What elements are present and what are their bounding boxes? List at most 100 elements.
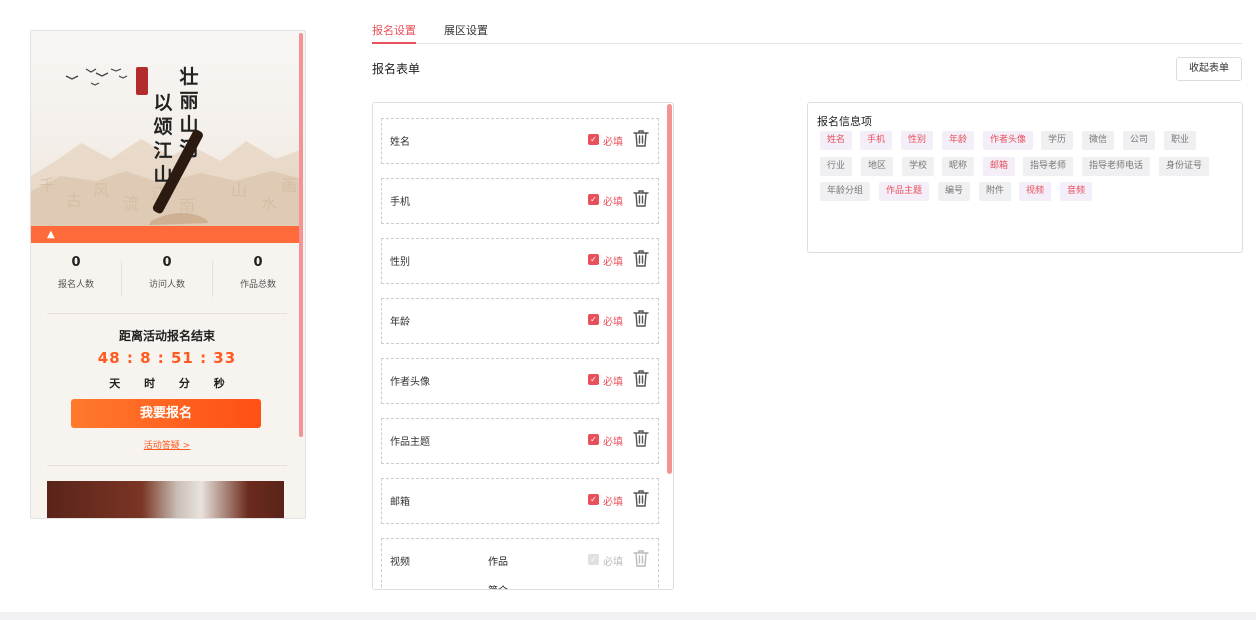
svg-text:画: 画 — [281, 176, 297, 195]
field-row[interactable]: 姓名 ✓ 必填 — [381, 118, 659, 164]
required-checkbox[interactable]: ✓ — [588, 554, 599, 565]
info-tag[interactable]: 学历 — [1041, 131, 1074, 150]
qa-link[interactable]: 活动答疑 > — [31, 438, 303, 451]
info-tag[interactable]: 作品主题 — [879, 182, 930, 201]
trash-icon[interactable] — [632, 308, 650, 328]
required-label: 必填 — [603, 317, 623, 328]
info-tag[interactable]: 指导老师 — [1023, 157, 1074, 176]
tab-signup-settings[interactable]: 报名设置 — [372, 22, 416, 44]
field-name: 性别 — [390, 257, 410, 268]
trash-icon[interactable] — [632, 188, 650, 208]
stats-row: 0 报名人数 0 访问人数 0 作品总数 — [31, 253, 303, 303]
info-tag[interactable]: 地区 — [861, 157, 894, 176]
svg-text:水: 水 — [261, 194, 277, 213]
stat-label: 访问人数 — [148, 280, 185, 290]
stat-value: 0 — [162, 255, 172, 270]
divider — [47, 465, 287, 466]
required-checkbox[interactable]: ✓ — [588, 134, 599, 145]
seal-stamp — [136, 67, 148, 95]
calligraphy-photo — [47, 481, 284, 518]
stat-visits: 0 访问人数 — [122, 255, 213, 297]
field-name: 作者头像 — [390, 377, 430, 388]
info-tag[interactable]: 编号 — [938, 182, 971, 201]
info-tag[interactable]: 邮箱 — [983, 157, 1016, 176]
required-checkbox[interactable]: ✓ — [588, 314, 599, 325]
field-extra-label: 作品 — [488, 557, 508, 568]
trash-icon[interactable] — [632, 488, 650, 508]
info-tag[interactable]: 年龄 — [942, 131, 975, 150]
trash-icon[interactable] — [632, 128, 650, 148]
stat-value: 0 — [253, 255, 263, 270]
megaphone-icon: ▲ — [47, 229, 55, 240]
required-label: 必填 — [603, 197, 623, 208]
trash-icon[interactable] — [632, 248, 650, 268]
form-fields-panel: 姓名 ✓ 必填 手机 ✓ 必填 性别 ✓ 必填 年龄 ✓ 必填 作者头像 ✓ 必… — [372, 102, 674, 590]
required-label: 必填 — [603, 497, 623, 508]
field-name: 手机 — [390, 197, 410, 208]
required-label: 必填 — [603, 437, 623, 448]
info-tag[interactable]: 公司 — [1123, 131, 1156, 150]
signup-button[interactable]: 我要报名 — [71, 399, 261, 428]
countdown-timer: 48 : 8 : 51 : 33 — [97, 349, 237, 367]
svg-text:古: 古 — [66, 191, 82, 210]
tab-exhibition-settings[interactable]: 展区设置 — [444, 22, 488, 44]
field-row[interactable]: 作品主题 ✓ 必填 — [381, 418, 659, 464]
info-tag[interactable]: 性别 — [901, 131, 934, 150]
footer-bar — [0, 612, 1256, 620]
field-row[interactable]: 作者头像 ✓ 必填 — [381, 358, 659, 404]
info-tag[interactable]: 身份证号 — [1159, 157, 1210, 176]
info-tag[interactable]: 行业 — [820, 157, 853, 176]
fields-scrollbar[interactable] — [667, 104, 672, 474]
required-checkbox[interactable]: ✓ — [588, 254, 599, 265]
required-checkbox[interactable]: ✓ — [588, 494, 599, 505]
field-row[interactable]: 性别 ✓ 必填 — [381, 238, 659, 284]
field-row[interactable]: 年龄 ✓ 必填 — [381, 298, 659, 344]
field-name: 姓名 — [390, 137, 410, 148]
countdown-units: 天 时 分 秒 — [109, 377, 225, 390]
required-checkbox[interactable]: ✓ — [588, 434, 599, 445]
required-label: 必填 — [603, 257, 623, 268]
info-tag[interactable]: 职业 — [1164, 131, 1197, 150]
section-title: 报名表单 — [372, 62, 421, 76]
field-name: 年龄 — [390, 317, 410, 328]
svg-text:风: 风 — [93, 181, 109, 200]
phone-preview: 千古风 流江南 山水画 壮丽山河 以颂江山 ▲ 0 报名人数 0 访问人数 0 … — [30, 30, 306, 519]
field-row[interactable]: 手机 ✓ 必填 — [381, 178, 659, 224]
collapse-form-button[interactable]: 收起表单 — [1176, 57, 1242, 81]
info-tag[interactable]: 作者头像 — [983, 131, 1034, 150]
divider — [47, 313, 287, 314]
field-row[interactable]: 邮箱 ✓ 必填 — [381, 478, 659, 524]
info-tag[interactable]: 手机 — [860, 131, 893, 150]
settings-tabs: 报名设置 展区设置 — [372, 22, 1242, 44]
info-tag[interactable]: 学校 — [902, 157, 935, 176]
info-tag[interactable]: 指导老师电话 — [1082, 157, 1151, 176]
stat-value: 0 — [71, 255, 81, 270]
trash-icon[interactable] — [632, 428, 650, 448]
info-tag[interactable]: 音频 — [1060, 182, 1093, 201]
info-tag[interactable]: 附件 — [979, 182, 1012, 201]
stat-registrations: 0 报名人数 — [31, 255, 122, 297]
required-label: 必填 — [603, 137, 623, 148]
trash-icon[interactable] — [632, 368, 650, 388]
field-row[interactable]: 视频 作品 简介 ✓ 必填 — [381, 538, 659, 589]
info-tag[interactable]: 年龄分组 — [820, 182, 871, 201]
preview-scrollbar[interactable] — [299, 33, 303, 437]
field-extra-label: 简介 — [488, 582, 508, 589]
svg-text:流: 流 — [123, 194, 139, 213]
stat-works: 0 作品总数 — [213, 255, 303, 297]
stat-label: 作品总数 — [239, 280, 276, 290]
required-checkbox[interactable]: ✓ — [588, 194, 599, 205]
svg-text:山: 山 — [231, 181, 247, 200]
info-tag[interactable]: 视频 — [1019, 182, 1052, 201]
field-name: 作品主题 — [390, 437, 430, 448]
required-label: 必填 — [603, 557, 623, 568]
svg-text:南: 南 — [179, 196, 195, 215]
trash-icon[interactable] — [632, 548, 650, 568]
notice-bar: ▲ — [31, 226, 303, 243]
info-tag[interactable]: 昵称 — [942, 157, 975, 176]
info-tag[interactable]: 姓名 — [820, 131, 853, 150]
info-tag[interactable]: 微信 — [1082, 131, 1115, 150]
field-name: 视频 — [390, 557, 410, 568]
required-checkbox[interactable]: ✓ — [588, 374, 599, 385]
event-banner: 千古风 流江南 山水画 壮丽山河 以颂江山 — [31, 31, 303, 226]
